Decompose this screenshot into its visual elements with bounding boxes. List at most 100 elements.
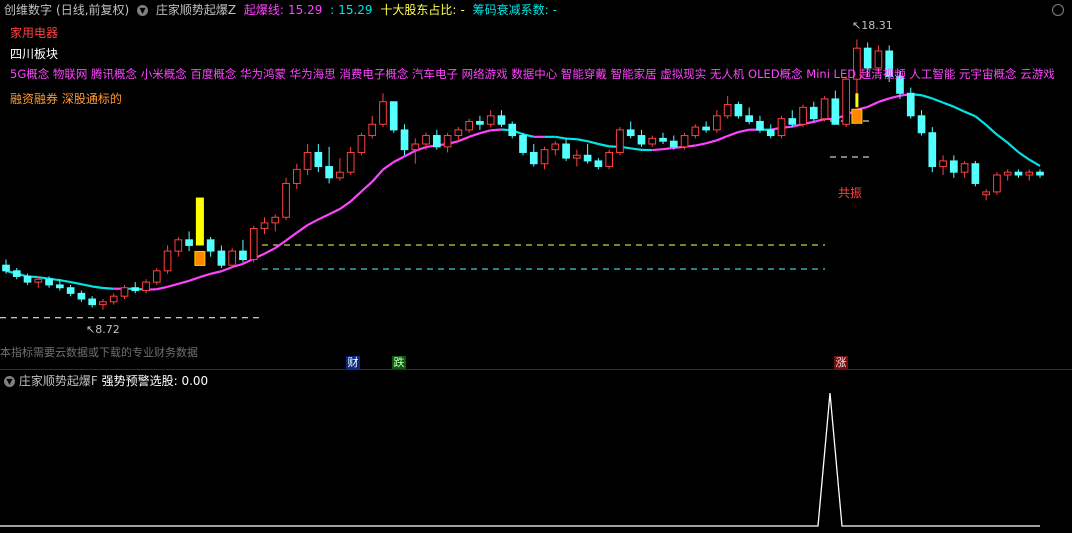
candle-body bbox=[1036, 171, 1044, 176]
pane-divider[interactable] bbox=[0, 369, 1072, 370]
candle-body bbox=[88, 298, 97, 306]
candle-body bbox=[56, 284, 64, 289]
candlestick-chart bbox=[0, 39, 1044, 319]
low-price-label: ↖8.72 bbox=[86, 323, 120, 336]
ma-segment bbox=[867, 100, 879, 108]
margin-tags: 融资融券 深股通标的 bbox=[10, 92, 122, 106]
candle-body bbox=[993, 174, 1001, 193]
candle-body bbox=[346, 151, 355, 173]
candle-body bbox=[142, 281, 150, 292]
lower-label: 强势预警选股: bbox=[101, 374, 178, 388]
ma-segment bbox=[339, 200, 352, 210]
candle-body bbox=[271, 216, 280, 224]
lower-indicator-header: ▼ 庄家顺势起爆F 强势预警选股: 0.00 bbox=[4, 373, 208, 389]
high-arrow-icon: ↖ bbox=[852, 19, 862, 32]
candle-body bbox=[766, 129, 775, 137]
candle-body bbox=[939, 160, 947, 168]
candle-body bbox=[637, 135, 646, 145]
concept-tags: 5G概念 物联网 腾讯概念 小米概念 百度概念 华为鸿蒙 华为海思 消费电子概念… bbox=[10, 67, 1055, 81]
candle-body bbox=[616, 129, 624, 153]
signal-flag bbox=[194, 250, 206, 266]
ma-segment bbox=[727, 131, 739, 138]
ma-segment bbox=[178, 279, 190, 285]
rise-marker[interactable]: 涨 bbox=[834, 356, 848, 370]
candle-body bbox=[669, 140, 678, 148]
industry-tag: 家用电器 bbox=[10, 26, 59, 40]
ma-segment bbox=[328, 208, 341, 216]
candle-body bbox=[217, 250, 226, 266]
candle-body bbox=[260, 222, 269, 230]
candle-body bbox=[820, 98, 829, 120]
ma-segment bbox=[307, 218, 319, 227]
ma-segment bbox=[566, 137, 577, 141]
ma-segment bbox=[457, 135, 470, 143]
candle-body bbox=[1003, 171, 1012, 176]
candle-body bbox=[228, 250, 237, 266]
candle-body bbox=[34, 278, 43, 283]
ma-segment bbox=[576, 138, 588, 143]
ma-segment bbox=[490, 128, 502, 132]
candle-body bbox=[12, 270, 21, 277]
candle-body bbox=[745, 115, 754, 122]
ma-segment bbox=[274, 239, 287, 249]
candle-body bbox=[626, 129, 635, 137]
ma-segment bbox=[813, 118, 825, 123]
ma-segment bbox=[221, 266, 233, 273]
ma-segment bbox=[695, 142, 707, 147]
candle-body bbox=[465, 120, 473, 131]
candle-body bbox=[799, 106, 807, 125]
candle-body bbox=[551, 143, 560, 151]
candle-body bbox=[292, 168, 301, 184]
data-note: 本指标需要云数据或下载的专业财务数据 bbox=[0, 346, 198, 359]
candle-body bbox=[680, 135, 689, 148]
candle-body bbox=[928, 132, 937, 168]
candle-body bbox=[497, 115, 506, 125]
drop-marker[interactable]: 跌 bbox=[392, 356, 406, 370]
candle-body bbox=[454, 129, 463, 137]
candle-body bbox=[734, 104, 743, 117]
finance-marker[interactable]: 财 bbox=[346, 356, 360, 370]
candle-body bbox=[508, 123, 517, 137]
ma-segment bbox=[59, 279, 71, 284]
candle-body bbox=[163, 250, 172, 272]
candle-body bbox=[788, 118, 797, 125]
candle-body bbox=[573, 154, 581, 159]
candle-body bbox=[379, 101, 387, 125]
signal-line bbox=[0, 392, 1040, 527]
candle-body bbox=[400, 129, 409, 151]
lower-value: 0.00 bbox=[181, 374, 209, 388]
ma-segment bbox=[382, 161, 395, 171]
ma-segment bbox=[102, 286, 114, 290]
ma-segment bbox=[349, 190, 363, 203]
candle-body bbox=[357, 135, 366, 153]
signal-chart bbox=[0, 392, 1040, 527]
candle-body bbox=[723, 104, 732, 117]
candle-body bbox=[23, 275, 32, 283]
ma-segment bbox=[468, 132, 481, 138]
candle-body bbox=[45, 278, 53, 286]
ma-segment bbox=[70, 281, 82, 286]
ma-segment bbox=[404, 149, 416, 158]
ma-segment bbox=[360, 180, 373, 193]
ma-segment bbox=[652, 148, 664, 152]
candle-body bbox=[77, 292, 86, 300]
candle-body bbox=[519, 135, 527, 153]
candle-body bbox=[594, 160, 603, 168]
ma-segment bbox=[888, 94, 901, 100]
ma-segment bbox=[317, 213, 330, 221]
ma-segment bbox=[964, 110, 976, 118]
candle-body bbox=[842, 78, 850, 125]
candle-body bbox=[336, 171, 344, 179]
ma-segment bbox=[479, 129, 491, 135]
ma-segment bbox=[393, 155, 406, 163]
ma-segment bbox=[630, 147, 642, 151]
candle-body bbox=[66, 287, 75, 294]
ma-segment bbox=[598, 142, 610, 148]
lower-indicator-name[interactable]: 庄家顺势起爆F bbox=[19, 374, 98, 388]
candle-body bbox=[713, 115, 721, 131]
high-price-label: ↖18.31 bbox=[852, 19, 893, 32]
candle-body bbox=[540, 149, 549, 165]
ma-segment bbox=[921, 94, 933, 100]
chevron-down-icon[interactable]: ▼ bbox=[4, 376, 15, 387]
candle-body bbox=[99, 301, 107, 306]
